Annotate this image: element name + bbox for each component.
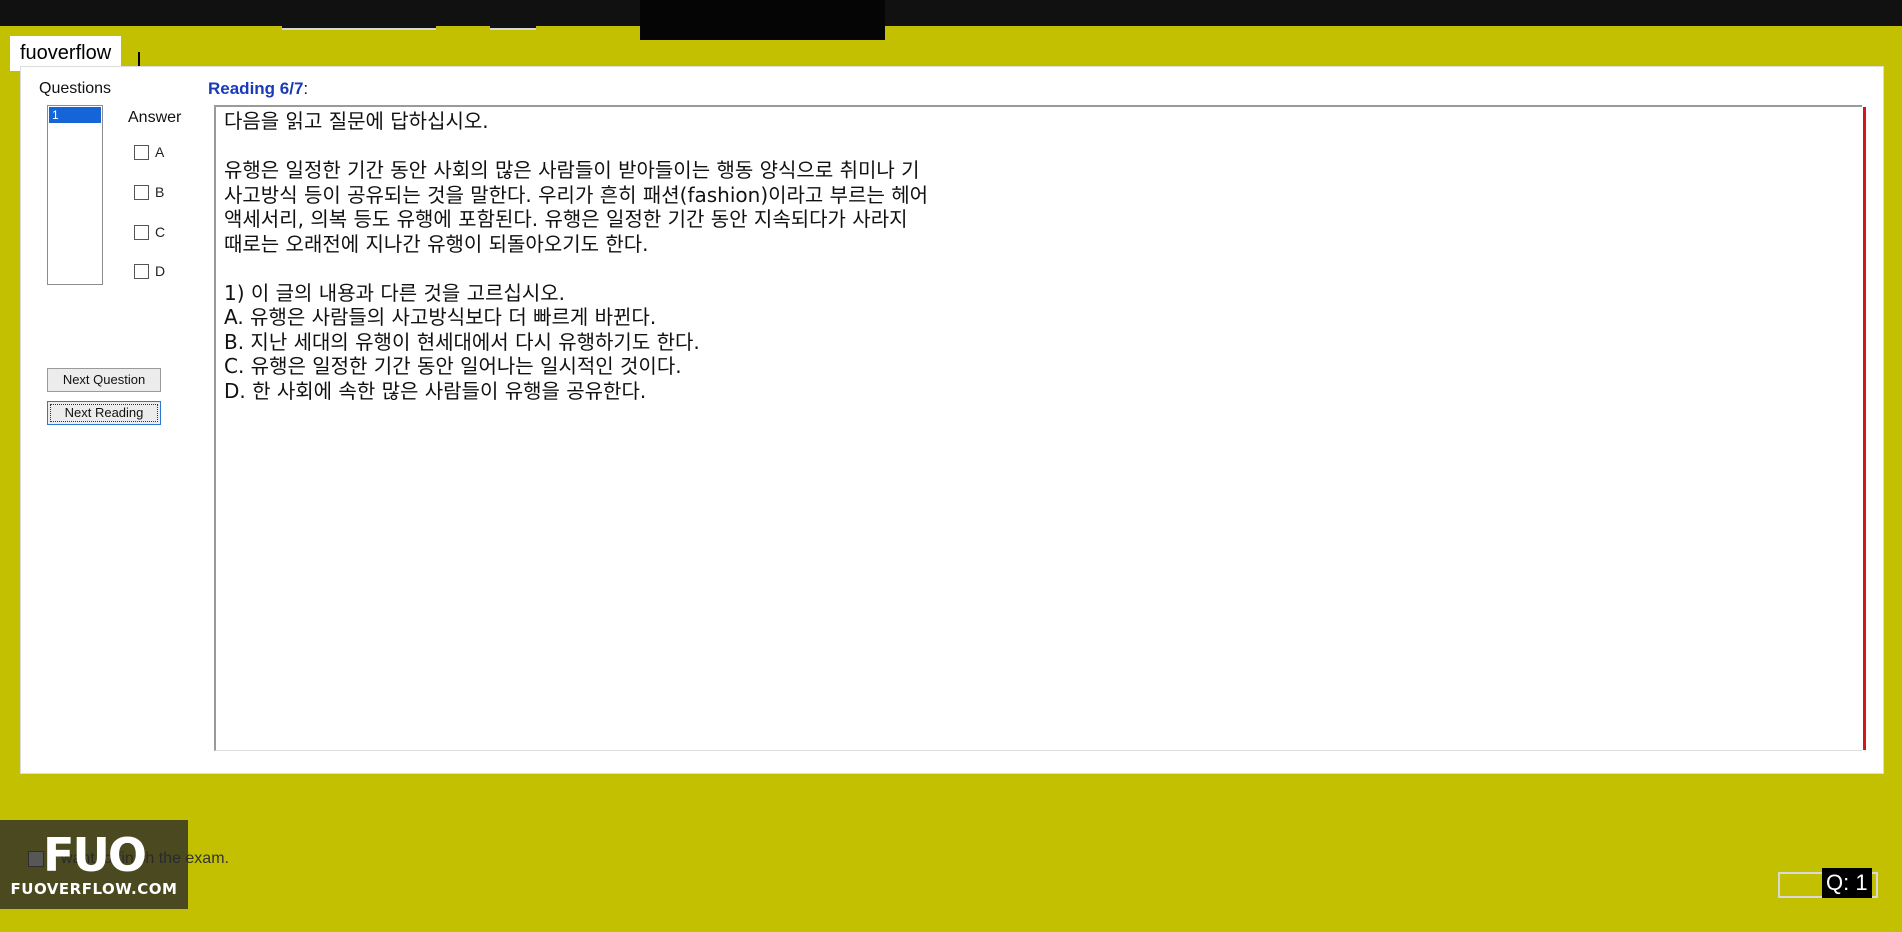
reading-blank-line bbox=[224, 134, 1104, 159]
logo-text: FUOVERFLOW.COM bbox=[10, 879, 178, 898]
reading-question: 1) 이 글의 내용과 다른 것을 고르십시오. bbox=[224, 280, 566, 305]
next-reading-button[interactable]: Next Reading bbox=[47, 401, 161, 425]
answer-b-checkbox[interactable] bbox=[134, 184, 149, 200]
reading-line: 다음을 읽고 질문에 답하십시오. bbox=[224, 109, 489, 133]
answer-d-checkbox[interactable] bbox=[134, 263, 149, 279]
logo-mark: FUO bbox=[43, 827, 147, 882]
question-counter: Q: 1 bbox=[1822, 868, 1872, 898]
question-list[interactable]: 1 bbox=[47, 105, 103, 285]
scroll-indicator bbox=[1863, 107, 1866, 750]
reading-line: 때로는 오래전에 지나간 유행이 되돌아오기도 한다. bbox=[224, 231, 649, 256]
answer-a-checkbox[interactable] bbox=[134, 144, 149, 160]
reading-choice-d: D. 한 사회에 속한 많은 사람들이 유행을 공유한다. bbox=[224, 378, 647, 403]
reading-choice-a: A. 유행은 사람들의 사고방식보다 더 빠르게 바뀐다. bbox=[224, 305, 657, 329]
reading-title: Reading 6/7: bbox=[208, 79, 308, 99]
answer-option-d[interactable]: D bbox=[134, 263, 165, 279]
reading-blank-line bbox=[224, 256, 1104, 281]
question-list-item[interactable]: 1 bbox=[49, 107, 101, 123]
exam-panel: Questions 1 Answer A B C D Next Question… bbox=[20, 66, 1884, 774]
answer-option-c[interactable]: C bbox=[134, 224, 165, 240]
reading-line: 유행은 일정한 기간 동안 사회의 많은 사람들이 받아들이는 행동 양식으로 … bbox=[224, 158, 920, 182]
reading-choice-b: B. 지난 세대의 유행이 현세대에서 다시 유행하기도 한다. bbox=[224, 329, 700, 354]
reading-content: 다음을 읽고 질문에 답하십시오. 유행은 일정한 기간 동안 사회의 많은 사… bbox=[224, 109, 1104, 403]
reading-text-area[interactable]: 다음을 읽고 질문에 답하십시오. 유행은 일정한 기간 동안 사회의 많은 사… bbox=[214, 105, 1866, 751]
answer-c-label: C bbox=[155, 224, 166, 240]
answer-label: Answer bbox=[128, 109, 182, 126]
answer-option-b[interactable]: B bbox=[134, 184, 164, 200]
reading-title-colon: : bbox=[303, 79, 309, 98]
answer-d-label: D bbox=[155, 263, 166, 279]
next-question-button[interactable]: Next Question bbox=[47, 368, 161, 392]
questions-label: Questions bbox=[39, 80, 112, 97]
exam-timer: 00:00 bbox=[888, 0, 1057, 37]
answer-c-checkbox[interactable] bbox=[134, 224, 149, 240]
top-control-left bbox=[282, 0, 436, 30]
top-timer-background bbox=[640, 0, 885, 40]
answer-option-a[interactable]: A bbox=[134, 144, 164, 160]
fuo-logo: FUO FUOVERFLOW.COM bbox=[0, 820, 188, 909]
top-control-small bbox=[490, 0, 536, 30]
reading-line: 액세서리, 의복 등도 유행에 포함된다. 유행은 일정한 기간 동안 지속되다… bbox=[224, 207, 908, 231]
reading-title-text: Reading 6/7 bbox=[208, 79, 304, 98]
reading-line: 사고방식 등이 공유되는 것을 말한다. 우리가 흔히 패션(fashion)이… bbox=[224, 182, 929, 207]
reading-choice-c: C. 유행은 일정한 기간 동안 일어나는 일시적인 것이다. bbox=[224, 354, 682, 378]
answer-b-label: B bbox=[155, 184, 165, 200]
answer-a-label: A bbox=[155, 144, 165, 160]
